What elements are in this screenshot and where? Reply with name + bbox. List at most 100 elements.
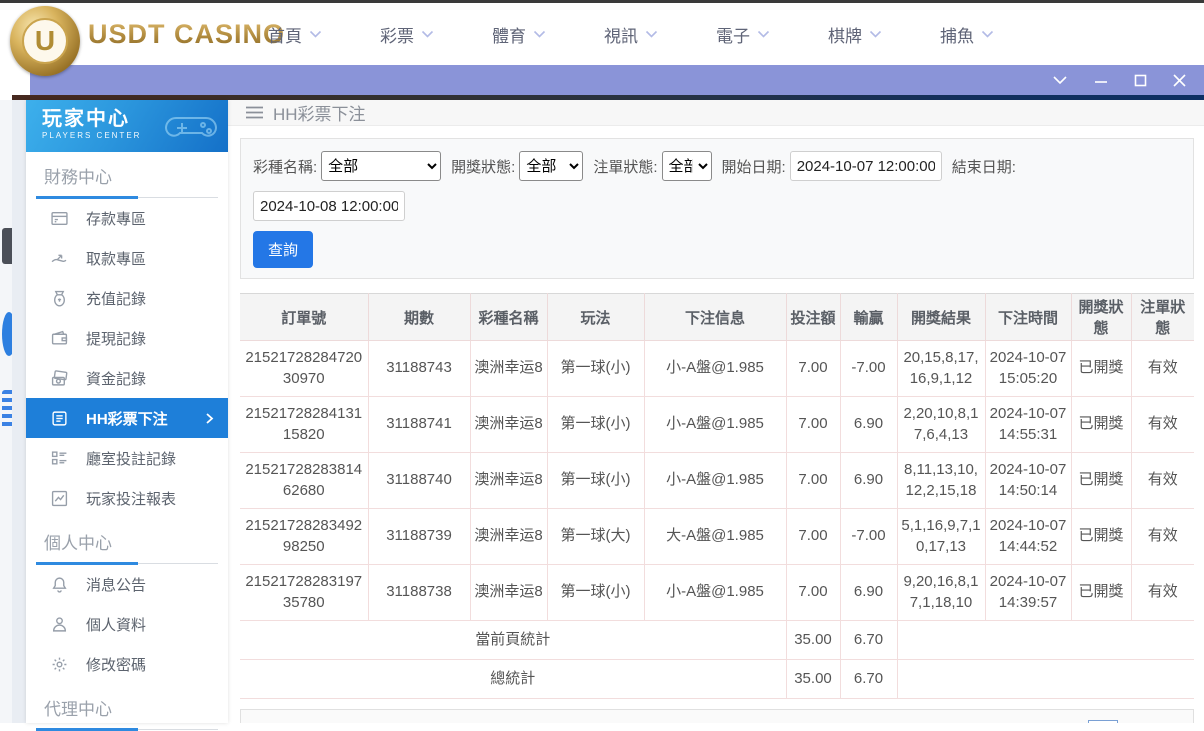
table-cell: 7.00 — [786, 341, 840, 397]
sidebar-item-label: 玩家投注報表 — [86, 488, 176, 509]
nav-item-6[interactable]: 棋牌 — [828, 22, 882, 47]
table-cell: 6.90 — [840, 453, 897, 509]
minimize-icon[interactable] — [1094, 75, 1108, 85]
sidebar-item-label: 廳室投註記錄 — [86, 448, 176, 469]
lottery-bet-icon — [50, 409, 68, 427]
table-cell: 第一球(小) — [547, 341, 644, 397]
maximize-icon[interactable] — [1134, 74, 1147, 87]
nav-item-1[interactable]: 首頁 — [268, 22, 322, 47]
sidebar-item[interactable]: 個人資料 — [26, 604, 228, 644]
table-cell: 2152172828472030970 — [240, 341, 368, 397]
sidebar-section-title: 代理中心 — [36, 684, 218, 730]
draw-status-select[interactable]: 全部 — [519, 151, 583, 181]
column-header: 訂單號 — [240, 294, 368, 341]
table-cell: 9,20,16,8,17,1,18,10 — [897, 565, 985, 621]
sidebar-item[interactable]: 取款專區 — [26, 238, 228, 278]
table-cell: 2,20,10,8,17,6,4,13 — [897, 397, 985, 453]
table-row: 215217282841311582031188741澳洲幸运8第一球(小)小-… — [240, 397, 1194, 453]
report-icon — [50, 489, 68, 507]
sidebar-sections: 財務中心存款專區取款專區充值記錄提現記錄資金記錄HH彩票下注廳室投註記錄玩家投注… — [26, 152, 228, 730]
nav-item-7[interactable]: 捕魚 — [940, 22, 994, 47]
lottery-name-label: 彩種名稱: — [253, 156, 317, 177]
page-left-sliver — [0, 100, 12, 723]
table-cell: 澳洲幸运8 — [470, 397, 547, 453]
table-cell: 8,11,13,10,12,2,15,18 — [897, 453, 985, 509]
sidebar-item-label: 取款專區 — [86, 248, 146, 269]
sidebar-item[interactable]: 提現記錄 — [26, 318, 228, 358]
summary-bet-total: 35.00 — [786, 660, 840, 699]
column-header: 注單狀態 — [1131, 294, 1194, 341]
sidebar-item[interactable]: 玩家投注報表 — [26, 478, 228, 518]
table-cell: 2152172828413115820 — [240, 397, 368, 453]
order-status-select[interactable]: 全部 — [662, 151, 712, 181]
table-cell: 31188738 — [368, 565, 470, 621]
sidebar-item[interactable]: 修改密碼 — [26, 644, 228, 684]
sidebar-banner: 玩家中心 PLAYERS CENTER — [26, 100, 228, 152]
table-cell: 7.00 — [786, 453, 840, 509]
cutoff-widget-icon — [2, 390, 12, 430]
end-date-input[interactable] — [253, 191, 405, 221]
nav-item-label: 首頁 — [268, 22, 302, 47]
table-cell: 2152172828319735780 — [240, 565, 368, 621]
table-cell: 小-A盤@1.985 — [644, 341, 786, 397]
logo-ball-icon: U — [10, 6, 80, 76]
player-center-window: 玩家中心 PLAYERS CENTER 財務中心存款專區取款專區充值記錄提現記錄… — [12, 100, 1204, 723]
table-cell: 小-A盤@1.985 — [644, 397, 786, 453]
table-cell: 2024-10-07 14:55:31 — [985, 397, 1071, 453]
gamepad-icon — [162, 106, 220, 146]
table-cell: 澳洲幸运8 — [470, 453, 547, 509]
table-cell: 澳洲幸运8 — [470, 565, 547, 621]
table-cell: 第一球(小) — [547, 453, 644, 509]
table-cell: 31188741 — [368, 397, 470, 453]
table-cell: 7.00 — [786, 397, 840, 453]
sidebar-item[interactable]: 充值記錄 — [26, 278, 228, 318]
nav-item-label: 視訊 — [604, 22, 638, 47]
close-icon[interactable] — [1173, 74, 1186, 87]
column-header: 彩種名稱 — [470, 294, 547, 341]
summary-win-total: 6.70 — [840, 621, 897, 660]
summary-empty-cell — [897, 660, 1194, 699]
sidebar-item-label: 個人資料 — [86, 614, 146, 635]
bell-icon — [50, 575, 68, 593]
table-header-row: 訂單號期數彩種名稱玩法下注信息投注額輸贏開獎結果下注時間開獎狀態注單狀態 — [240, 294, 1194, 341]
table-row: 215217282847203097031188743澳洲幸运8第一球(小)小-… — [240, 341, 1194, 397]
summary-label: 當前頁統計 — [240, 621, 786, 660]
sidebar-item-label: 充值記錄 — [86, 288, 146, 309]
sidebar-item[interactable]: 資金記錄 — [26, 358, 228, 398]
lottery-name-select[interactable]: 全部 — [321, 151, 441, 181]
sidebar-item[interactable]: HH彩票下注 — [26, 398, 228, 438]
sidebar-section-title: 財務中心 — [36, 152, 218, 198]
gear-icon — [50, 655, 68, 673]
site-nav: U USDT CASINO 首頁彩票體育視訊電子棋牌捕魚 — [0, 3, 1204, 65]
column-header: 輸贏 — [840, 294, 897, 341]
nav-item-5[interactable]: 電子 — [716, 22, 770, 47]
nav-item-label: 電子 — [716, 22, 750, 47]
sidebar-item[interactable]: 消息公告 — [26, 564, 228, 604]
table-cell: 有效 — [1131, 341, 1194, 397]
table-cell: 第一球(小) — [547, 397, 644, 453]
table-row: 215217282838146268031188740澳洲幸运8第一球(小)小-… — [240, 453, 1194, 509]
nav-item-label: 體育 — [492, 22, 526, 47]
main-content: HH彩票下注 彩種名稱: 全部 開獎狀態: 全部 注單狀態: 全部 開始日期: … — [228, 100, 1204, 723]
nav-item-3[interactable]: 體育 — [492, 22, 546, 47]
site-logo[interactable]: U USDT CASINO — [10, 0, 240, 76]
table-cell: -7.00 — [840, 509, 897, 565]
nav-item-4[interactable]: 視訊 — [604, 22, 658, 47]
chevron-down-icon[interactable] — [1052, 75, 1068, 85]
start-date-input[interactable] — [790, 151, 942, 181]
table-cell: 2024-10-07 14:39:57 — [985, 565, 1071, 621]
table-cell: 已開獎 — [1071, 397, 1131, 453]
column-header: 下注時間 — [985, 294, 1071, 341]
summary-win-total: 6.70 — [840, 660, 897, 699]
sidebar-item[interactable]: 廳室投註記錄 — [26, 438, 228, 478]
logo-letter: U — [22, 18, 68, 64]
summary-row: 當前頁統計35.006.70 — [240, 621, 1194, 660]
table-cell: 2024-10-07 15:05:20 — [985, 341, 1071, 397]
table-cell: 第一球(小) — [547, 565, 644, 621]
hamburger-icon[interactable] — [246, 106, 263, 119]
nav-item-2[interactable]: 彩票 — [380, 22, 434, 47]
table-cell: 已開獎 — [1071, 565, 1131, 621]
table-cell: 澳洲幸运8 — [470, 341, 547, 397]
sidebar-item[interactable]: 存款專區 — [26, 198, 228, 238]
query-button[interactable]: 查詢 — [253, 231, 313, 268]
